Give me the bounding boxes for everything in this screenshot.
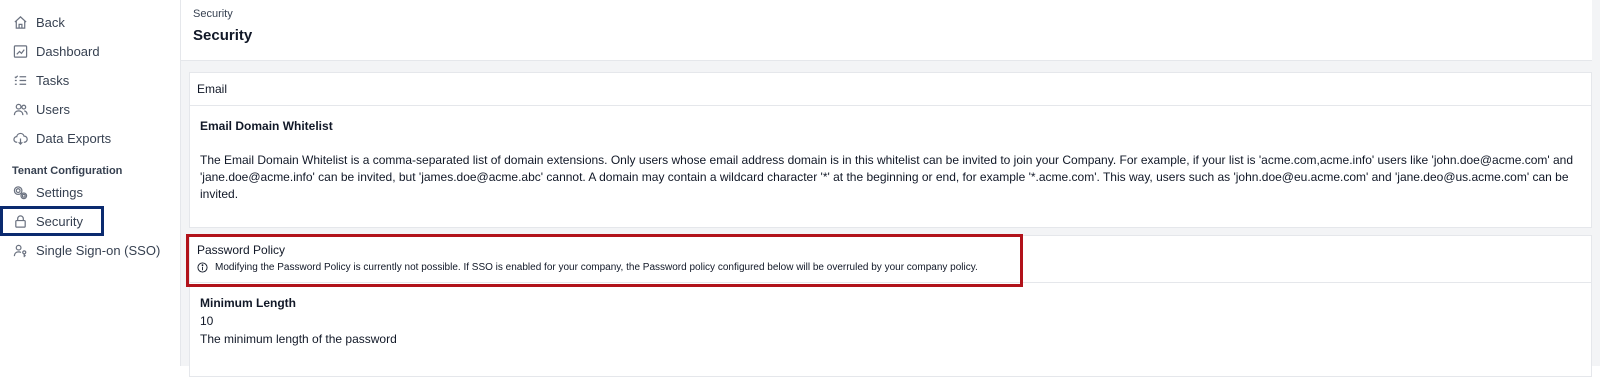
sidebar-item-data-exports[interactable]: Data Exports bbox=[12, 126, 111, 150]
home-icon bbox=[12, 14, 28, 30]
users-icon bbox=[12, 101, 28, 117]
sidebar-item-label: Settings bbox=[36, 184, 83, 200]
page-title: Security bbox=[193, 27, 253, 44]
sidebar-item-label: Tasks bbox=[36, 72, 70, 88]
sidebar-item-label: Users bbox=[36, 101, 70, 117]
sidebar-item-tasks[interactable]: Tasks bbox=[12, 68, 69, 92]
cloud-download-icon bbox=[12, 130, 28, 146]
chart-icon bbox=[12, 43, 28, 59]
minimum-length-title: Minimum Length bbox=[200, 296, 296, 310]
list-icon bbox=[12, 72, 28, 88]
sidebar-item-settings[interactable]: Settings bbox=[12, 180, 83, 204]
email-card-title: Email bbox=[197, 82, 228, 96]
security-highlight-box bbox=[0, 206, 104, 236]
gear-icon bbox=[12, 184, 28, 200]
sidebar-item-dashboard[interactable]: Dashboard bbox=[12, 39, 100, 63]
page-header: Security Security bbox=[181, 0, 1600, 61]
breadcrumb[interactable]: Security bbox=[193, 8, 233, 20]
sidebar-item-label: Back bbox=[36, 14, 65, 30]
section-label-tenant-configuration: Tenant Configuration bbox=[12, 165, 123, 177]
minimum-length-description: The minimum length of the password bbox=[200, 332, 397, 346]
sidebar-item-label: Single Sign-on (SSO) bbox=[36, 242, 161, 258]
sidebar-item-sso[interactable]: Single Sign-on (SSO) bbox=[12, 238, 160, 262]
main-content: Security Security Email Email Domain Whi… bbox=[181, 0, 1600, 377]
email-card-header: Email bbox=[190, 73, 1591, 106]
email-domain-whitelist-description: The Email Domain Whitelist is a comma-se… bbox=[200, 153, 1574, 201]
sidebar-item-label: Data Exports bbox=[36, 130, 112, 146]
sidebar: Back Dashboard Tasks Users Data Exports … bbox=[0, 0, 181, 366]
email-domain-whitelist-title: Email Domain Whitelist bbox=[200, 119, 333, 133]
sidebar-item-label: Dashboard bbox=[36, 43, 100, 59]
sidebar-item-users[interactable]: Users bbox=[12, 97, 70, 121]
password-policy-highlight-box bbox=[186, 234, 1023, 287]
scrollbar[interactable] bbox=[1592, 0, 1600, 366]
minimum-length-value: 10 bbox=[200, 314, 214, 328]
sidebar-item-back[interactable]: Back bbox=[12, 10, 65, 34]
user-key-icon bbox=[12, 242, 28, 258]
email-card: Email Email Domain Whitelist The Email D… bbox=[189, 72, 1592, 228]
